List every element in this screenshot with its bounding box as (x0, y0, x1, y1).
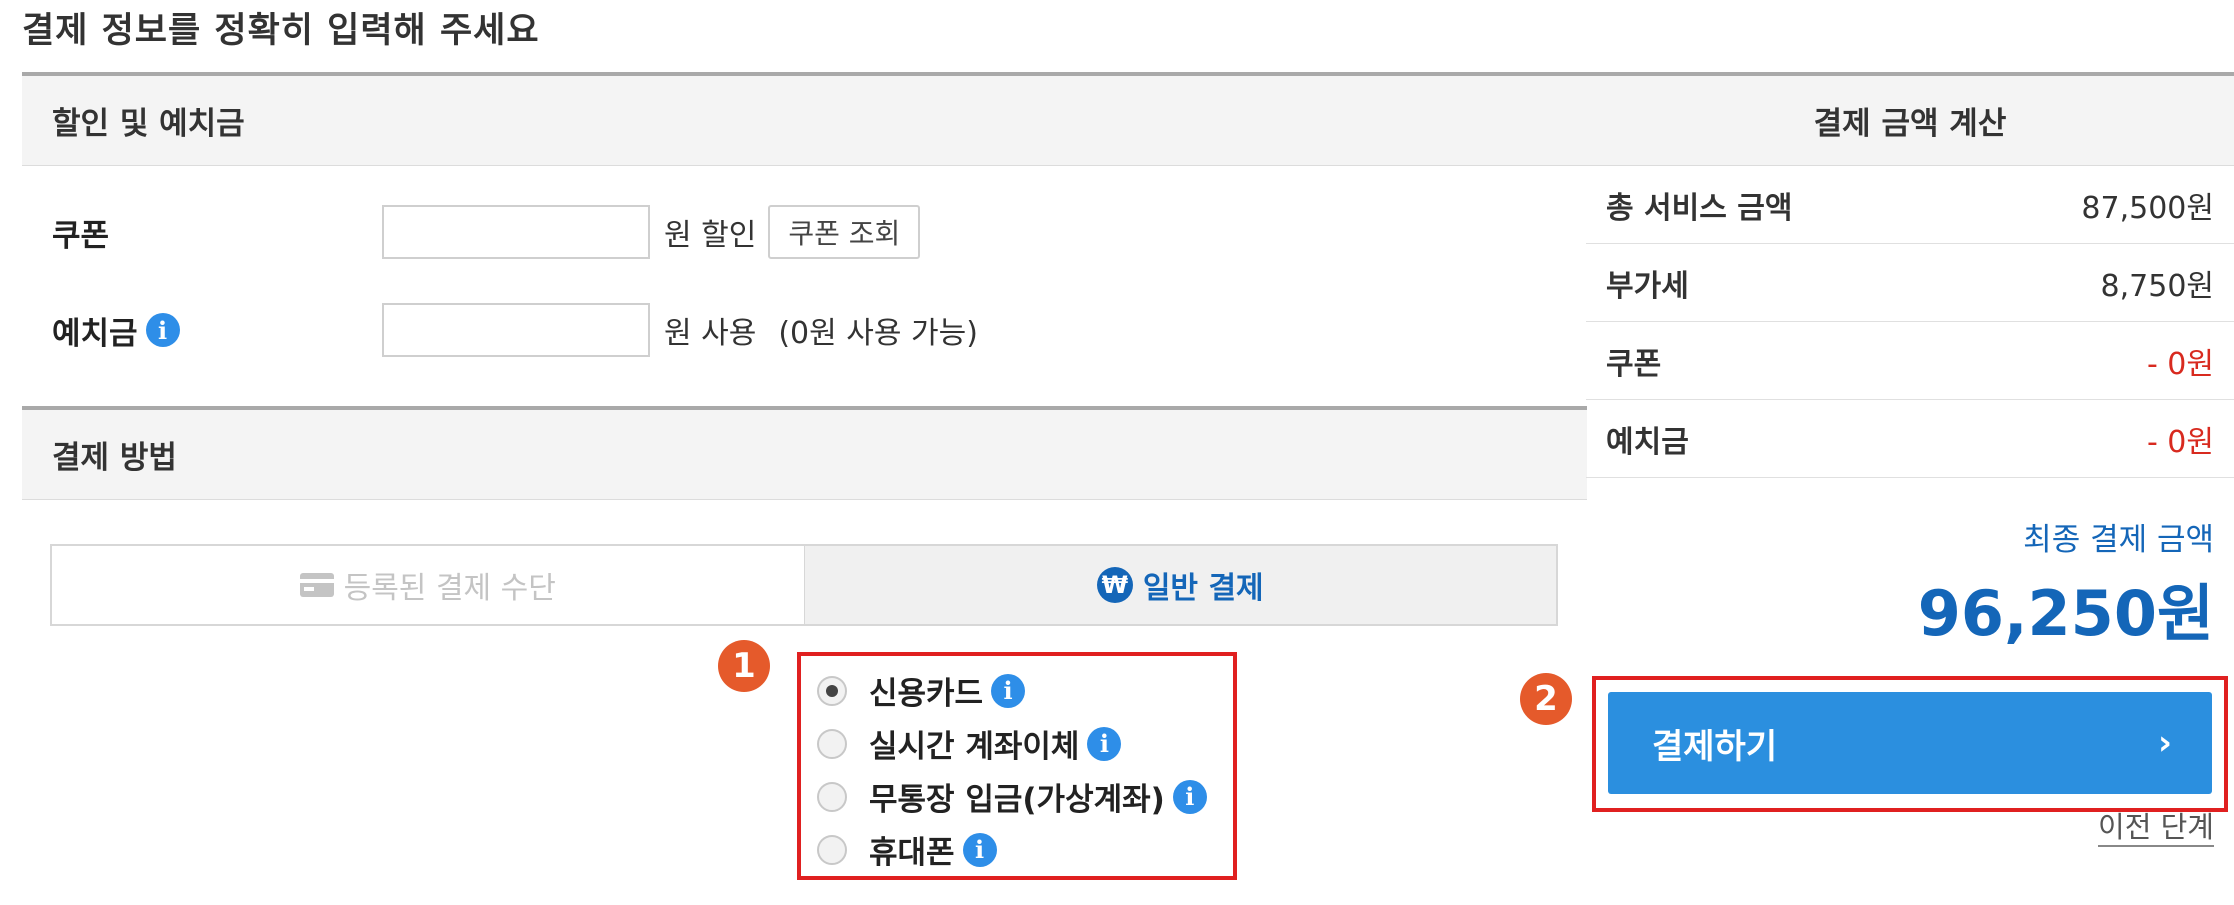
method-label: 신용카드 (869, 676, 984, 712)
summary-title: 결제 금액 계산 (1586, 72, 2234, 166)
summary-row-service: 총 서비스 금액 87,500원 (1586, 166, 2234, 244)
method-mobile-phone[interactable]: 휴대폰 i (817, 823, 1233, 876)
discount-form: 쿠폰 원 할인 쿠폰 조회 예치금 i 원 사용 (0원 사용 가능) (22, 166, 1587, 406)
summary-value: - 0원 (2146, 346, 2214, 382)
deposit-label: 예치금 (52, 315, 138, 352)
summary-label: 총 서비스 금액 (1606, 190, 1793, 226)
info-icon[interactable]: i (1172, 779, 1207, 814)
summary-row-deposit: 예치금 - 0원 (1586, 400, 2234, 478)
deposit-label-group: 예치금 i (52, 308, 382, 353)
method-bank-transfer[interactable]: 실시간 계좌이체 i (817, 717, 1233, 770)
summary-row-coupon: 쿠폰 - 0원 (1586, 322, 2234, 400)
won-icon: ₩ (1096, 567, 1133, 603)
final-amount-label: 최종 결제 금액 (2023, 522, 2214, 558)
info-icon[interactable]: i (1087, 726, 1122, 761)
discount-section-title: 할인 및 예치금 (22, 72, 1587, 166)
deposit-input[interactable] (382, 303, 650, 357)
chevron-right-icon: › (2157, 723, 2172, 763)
pay-button-label: 결제하기 (1652, 726, 1778, 767)
coupon-label: 쿠폰 (52, 217, 110, 254)
method-virtual-account[interactable]: 무통장 입금(가상계좌) i (817, 770, 1233, 823)
method-credit-card[interactable]: 신용카드 i (817, 664, 1233, 717)
card-icon (299, 573, 334, 597)
tab-registered-label: 등록된 결제 수단 (343, 571, 556, 606)
radio-mobile-phone[interactable] (817, 834, 847, 865)
deposit-suffix: 원 사용 (664, 316, 757, 351)
radio-bank-transfer[interactable] (817, 728, 847, 759)
coupon-suffix: 원 할인 (664, 218, 757, 253)
tab-registered-payment[interactable]: 등록된 결제 수단 (52, 546, 805, 624)
method-label: 무통장 입금(가상계좌) (869, 782, 1165, 818)
summary-value: 8,750원 (2100, 268, 2214, 304)
tab-general-payment[interactable]: ₩ 일반 결제 (804, 546, 1556, 624)
pay-button-highlight: 결제하기 › (1592, 676, 2228, 812)
info-icon[interactable]: i (962, 832, 997, 867)
payment-form: 할인 및 예치금 쿠폰 원 할인 쿠폰 조회 예치금 i 원 사용 (0원 사용… (22, 72, 1587, 905)
summary-value: 87,500원 (2081, 190, 2214, 226)
summary-label: 쿠폰 (1606, 346, 1662, 382)
payment-method-list: 신용카드 i 실시간 계좌이체 i 무통장 입금(가상계좌) i 휴대폰 i (797, 652, 1237, 880)
payment-method-area: 등록된 결제 수단 ₩ 일반 결제 신용카드 i 실시간 계좌이체 i 무통장 … (22, 500, 1587, 905)
payment-section-title: 결제 방법 (22, 406, 1587, 500)
annotation-badge-2: 2 (1520, 673, 1572, 725)
radio-virtual-account[interactable] (817, 781, 847, 812)
summary-value: - 0원 (2146, 424, 2214, 460)
method-label: 실시간 계좌이체 (869, 729, 1080, 765)
info-icon[interactable]: i (991, 673, 1026, 708)
method-label: 휴대폰 (869, 835, 955, 871)
summary-label: 예치금 (1606, 424, 1689, 460)
payment-summary: 결제 금액 계산 총 서비스 금액 87,500원 부가세 8,750원 쿠폰 … (1586, 72, 2234, 847)
previous-step-link[interactable]: 이전 단계 (2098, 809, 2214, 847)
final-amount: 96,250원 (1917, 577, 2214, 650)
payment-tabs: 등록된 결제 수단 ₩ 일반 결제 (50, 544, 1558, 626)
coupon-row: 쿠폰 원 할인 쿠폰 조회 (52, 204, 921, 260)
pay-button[interactable]: 결제하기 › (1608, 692, 2212, 794)
deposit-available-note: (0원 사용 가능) (778, 316, 978, 351)
summary-label: 부가세 (1606, 268, 1689, 304)
annotation-badge-1: 1 (718, 640, 770, 692)
radio-credit-card[interactable] (817, 675, 847, 706)
page-title: 결제 정보를 정확히 입력해 주세요 (22, 11, 540, 51)
coupon-input[interactable] (382, 205, 650, 259)
deposit-row: 예치금 i 원 사용 (0원 사용 가능) (52, 302, 978, 358)
info-icon[interactable]: i (145, 313, 180, 347)
tab-general-label: 일반 결제 (1142, 571, 1264, 606)
coupon-lookup-button[interactable]: 쿠폰 조회 (768, 205, 921, 259)
summary-row-vat: 부가세 8,750원 (1586, 244, 2234, 322)
